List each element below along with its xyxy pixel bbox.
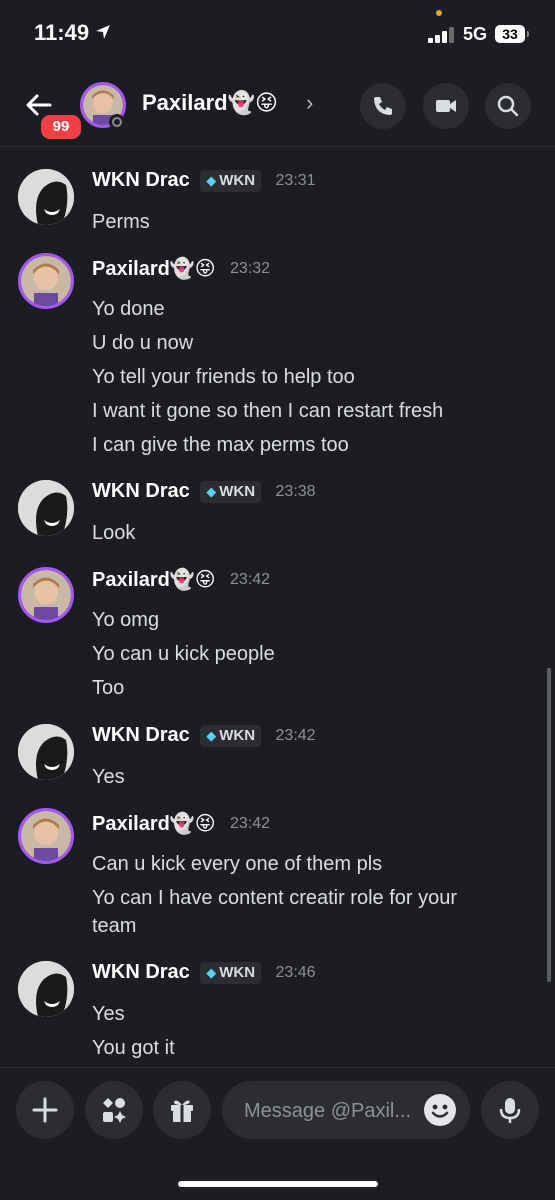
- tag-label: WKN: [219, 963, 256, 981]
- avatar[interactable]: [18, 567, 74, 623]
- message-body: Yo omg Yo can u kick people Too: [92, 603, 512, 705]
- message-line: Yo tell your friends to help too: [92, 366, 355, 388]
- message-header: WKN Drac ◆ WKN 23:38: [92, 480, 316, 508]
- home-indicator[interactable]: [178, 1181, 378, 1187]
- message-body: Yes You got it: [92, 997, 512, 1065]
- message-body: Yo done U do u now Yo tell your friends …: [92, 292, 512, 462]
- offline-status-icon: [109, 114, 125, 130]
- message-header: WKN Drac ◆ WKN 23:31: [92, 169, 316, 197]
- message-line: Yes: [92, 1003, 125, 1025]
- diamond-icon: ◆: [206, 172, 217, 188]
- plus-icon: [32, 1097, 58, 1123]
- message-line: Too: [92, 677, 125, 699]
- message-input[interactable]: [242, 1081, 416, 1141]
- avatar[interactable]: [18, 961, 74, 1017]
- author-name[interactable]: Paxilard👻😝: [92, 813, 216, 835]
- search-icon: [497, 95, 519, 117]
- timestamp: 23:42: [230, 814, 271, 832]
- avatar[interactable]: [18, 253, 74, 309]
- call-button[interactable]: [360, 83, 406, 129]
- avatar[interactable]: [18, 169, 74, 225]
- message-line: I can give the max perms too: [92, 434, 349, 456]
- location-arrow-icon: [94, 23, 112, 46]
- diamond-icon: ◆: [206, 483, 217, 499]
- page-title[interactable]: Paxilard👻😝: [142, 90, 278, 116]
- timestamp: 23:42: [230, 570, 271, 588]
- message-body: Look: [92, 516, 512, 550]
- timestamp: 23:38: [275, 482, 316, 500]
- scrollbar[interactable]: [547, 668, 551, 982]
- clan-tag[interactable]: ◆ WKN: [200, 480, 262, 503]
- clan-tag[interactable]: ◆ WKN: [200, 169, 262, 192]
- tag-label: WKN: [219, 726, 256, 744]
- clock: 11:49: [34, 20, 90, 45]
- message-line: Yo can I have content creatir role for y…: [92, 887, 458, 909]
- phone-icon: [374, 97, 392, 115]
- video-camera-icon: [436, 100, 456, 112]
- tag-label: WKN: [219, 482, 256, 500]
- author-name[interactable]: WKN Drac: [92, 961, 190, 983]
- add-attachment-button[interactable]: [16, 1081, 74, 1139]
- emoji-icon[interactable]: [424, 1094, 456, 1126]
- avatar[interactable]: [18, 724, 74, 780]
- diamond-icon: ◆: [206, 964, 217, 980]
- message-body: Perms: [92, 205, 512, 239]
- timestamp: 23:31: [275, 171, 316, 189]
- author-name[interactable]: WKN Drac: [92, 724, 190, 746]
- message-field[interactable]: [222, 1081, 470, 1141]
- gift-icon: [171, 1100, 193, 1122]
- privacy-indicator: [436, 10, 442, 16]
- author-name[interactable]: Paxilard👻😝: [92, 569, 216, 591]
- timestamp: 23:32: [230, 259, 271, 277]
- message-line: U do u now: [92, 332, 194, 354]
- message-line: You got it: [92, 1037, 175, 1059]
- author-name[interactable]: WKN Drac: [92, 480, 190, 502]
- author-name[interactable]: WKN Drac: [92, 169, 190, 191]
- apps-button[interactable]: [85, 1081, 143, 1139]
- message-header: Paxilard👻😝 23:32: [92, 256, 270, 284]
- search-button[interactable]: [485, 83, 531, 129]
- diamond-icon: ◆: [206, 727, 217, 743]
- composer-bar: [0, 1067, 555, 1168]
- message-line: Can u kick every one of them pls: [92, 853, 383, 875]
- dm-header: 99 Paxilard👻😝 ›: [0, 70, 555, 147]
- chevron-right-icon[interactable]: ›: [306, 90, 313, 116]
- message-line: Yes: [92, 766, 125, 788]
- battery-icon: 33: [495, 25, 529, 43]
- tag-label: WKN: [219, 171, 256, 189]
- avatar[interactable]: [18, 808, 74, 864]
- message-line: team: [92, 915, 137, 937]
- message-line: Look: [92, 522, 136, 544]
- message-line: Yo omg: [92, 609, 160, 631]
- unread-badge: 99: [38, 112, 84, 142]
- gift-button[interactable]: [153, 1081, 211, 1139]
- clan-tag[interactable]: ◆ WKN: [200, 961, 262, 984]
- message-list[interactable]: WKN Drac ◆ WKN 23:31 Perms Paxilard👻😝 23:…: [0, 147, 555, 1067]
- message-header: Paxilard👻😝 23:42: [92, 811, 270, 839]
- message-header: WKN Drac ◆ WKN 23:46: [92, 961, 316, 989]
- message-header: WKN Drac ◆ WKN 23:42: [92, 724, 316, 752]
- message-body: Yes: [92, 760, 512, 794]
- signal-bars-icon: [428, 27, 458, 43]
- voice-message-button[interactable]: [481, 1081, 539, 1139]
- apps-icon: [103, 1098, 126, 1123]
- avatar[interactable]: [18, 480, 74, 536]
- clan-tag[interactable]: ◆ WKN: [200, 724, 262, 747]
- message-line: I want it gone so then I can restart fre…: [92, 400, 444, 422]
- network-type: 5G: [463, 24, 488, 44]
- message-line: Perms: [92, 211, 150, 233]
- video-call-button[interactable]: [423, 83, 469, 129]
- message-body: Can u kick every one of them pls Yo can …: [92, 847, 512, 940]
- microphone-icon: [499, 1098, 521, 1123]
- timestamp: 23:46: [275, 963, 316, 981]
- status-bar: 11:49 5G 33: [0, 0, 555, 70]
- author-name[interactable]: Paxilard👻😝: [92, 258, 216, 280]
- message-line: Yo can u kick people: [92, 643, 275, 665]
- message-header: Paxilard👻😝 23:42: [92, 567, 270, 595]
- message-line: Yo done: [92, 298, 165, 320]
- timestamp: 23:42: [275, 726, 316, 744]
